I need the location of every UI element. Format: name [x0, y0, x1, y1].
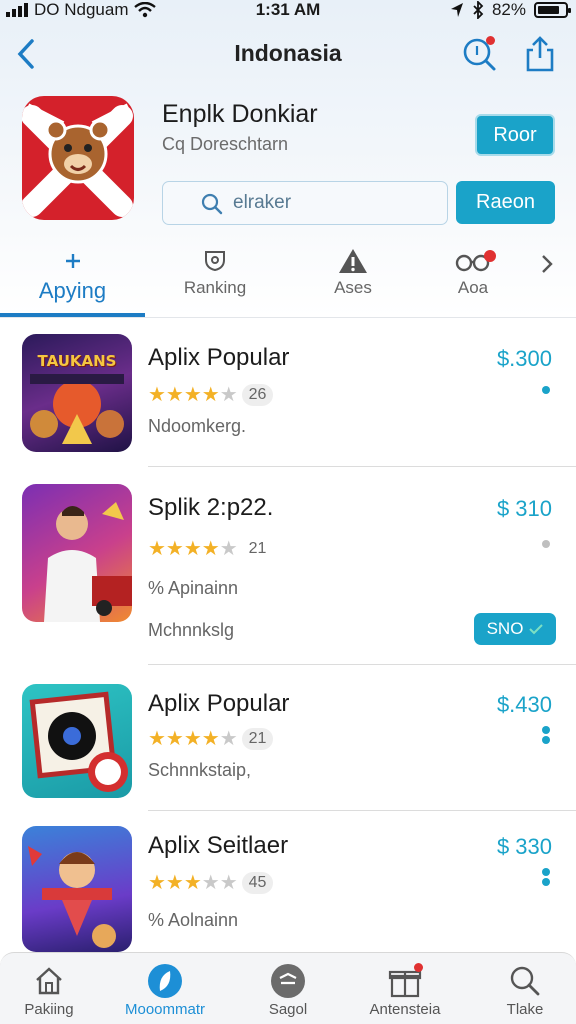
- list-item[interactable]: Splik 2:p22. $ 310 ★★★★ ★ 21 % Apinainn Mc…: [0, 484, 576, 650]
- bottom-tab-label: Sagol: [268, 1001, 308, 1018]
- search-button[interactable]: [460, 34, 500, 74]
- app-thumbnail: [22, 484, 132, 622]
- bottom-tab-label: Antensteia: [369, 1001, 441, 1018]
- bottom-tab-pakiing[interactable]: Pakiing: [0, 961, 104, 1018]
- warning-icon: [339, 249, 367, 273]
- bottom-tab-bar: Pakiing Mooommatr Sagol Antensteia Tlake: [0, 952, 576, 1024]
- tab-ranking[interactable]: Ranking: [160, 244, 270, 318]
- tab-aoa[interactable]: Aoa: [418, 244, 528, 318]
- person-art-icon: [44, 502, 132, 622]
- check-icon: [529, 624, 544, 635]
- search-icon: [201, 193, 223, 215]
- bottom-tab-discover[interactable]: Mooommatr: [110, 961, 220, 1018]
- status-dot: [542, 386, 550, 394]
- rating-count: 21: [248, 539, 267, 557]
- share-button[interactable]: [520, 34, 560, 74]
- app-subtitle: Ndoomkerg.: [148, 416, 247, 436]
- notification-dot: [414, 963, 423, 972]
- search-input[interactable]: elraker: [162, 181, 448, 225]
- active-tab-indicator: [0, 313, 145, 317]
- app-title: Aplix Popular: [148, 690, 290, 717]
- tab-ases[interactable]: Ases: [298, 244, 408, 318]
- search-submit-button[interactable]: Raeon: [456, 181, 555, 224]
- navigation-bar: Indonasia: [0, 28, 576, 80]
- rating-count: 26: [241, 383, 274, 406]
- app-title: Splik 2:p22.: [148, 494, 274, 521]
- list-item[interactable]: Aplix Popular $.430 ★★★★ ★ 21 Schnnkstaip,: [0, 684, 576, 810]
- app-subtitle: % Aolnainn: [148, 910, 239, 930]
- tab-label: Apying: [38, 278, 107, 303]
- app-description: Mchnnkslg: [148, 620, 235, 640]
- divider: [148, 810, 576, 811]
- rating-count: 45: [241, 871, 274, 894]
- status-dot: [542, 878, 550, 886]
- tab-label: Aoa: [457, 278, 489, 297]
- app-name: Enplk Donkiar: [162, 100, 318, 128]
- developer-name[interactable]: Cq Doreschtarn: [162, 134, 288, 155]
- price-label[interactable]: $ 310: [497, 496, 552, 522]
- installed-button[interactable]: SNO: [474, 613, 556, 645]
- rating-stars: ★★★ ★★ 45: [148, 870, 274, 895]
- divider: [148, 466, 576, 467]
- app-subtitle: % Apinainn: [148, 578, 239, 598]
- rating-stars: ★★★★ ★ 26: [148, 382, 274, 407]
- search-placeholder: elraker: [233, 192, 292, 213]
- tab-apying[interactable]: Apying: [0, 244, 145, 318]
- discover-icon: [148, 964, 182, 998]
- installed-label: SNO: [486, 619, 524, 638]
- app-thumbnail: [22, 826, 132, 952]
- rating-count: 21: [241, 727, 274, 750]
- bluetooth-icon: [473, 1, 484, 19]
- app-subtitle: Schnnkstaip,: [148, 760, 252, 780]
- status-right: 82%: [450, 0, 571, 20]
- tabs-more-button[interactable]: [536, 250, 558, 278]
- divider: [148, 664, 576, 665]
- price-label[interactable]: $.300: [497, 346, 552, 372]
- bottom-tab-antensteia[interactable]: Antensteia: [350, 961, 460, 1018]
- app-thumbnail: [22, 684, 132, 798]
- character-art-icon: [28, 846, 116, 948]
- price-label[interactable]: $ 330: [497, 834, 552, 860]
- status-dot: [542, 540, 550, 548]
- bottom-tab-sagol[interactable]: Sagol: [233, 961, 343, 1018]
- app-title: Aplix Seitlaer: [148, 832, 289, 859]
- battery-icon: [534, 2, 571, 18]
- battery-percent: 82%: [491, 0, 526, 19]
- location-icon: [450, 3, 463, 17]
- home-icon: [36, 967, 62, 995]
- status-dot: [542, 868, 550, 876]
- vinyl-art-icon: [29, 691, 128, 792]
- app-icon[interactable]: [22, 96, 134, 220]
- thumbnail-title: TAUKANS: [37, 352, 117, 370]
- bottom-tab-tlake[interactable]: Tlake: [470, 961, 576, 1018]
- mascot-icon: [22, 103, 133, 217]
- list-item[interactable]: TAUKANS Aplix Popular $.300 ★★★★ ★ 26 Ndoo…: [0, 334, 576, 468]
- share-icon: [526, 36, 554, 72]
- bottom-tab-label: Pakiing: [24, 1001, 74, 1018]
- notification-dot: [486, 36, 495, 45]
- tab-label: Ranking: [183, 278, 247, 297]
- app-title: Aplix Popular: [148, 344, 290, 371]
- status-dot: [542, 736, 550, 744]
- get-button[interactable]: Roor: [475, 114, 555, 156]
- chevron-right-icon: [542, 255, 553, 273]
- category-tabs: Apying Ranking Ases Aoa: [0, 244, 576, 318]
- search-icon: [510, 966, 540, 996]
- bottom-tab-label: Mooommatr: [124, 1001, 206, 1018]
- rating-stars: ★★★★ ★ 21: [148, 726, 274, 751]
- games-icon: [271, 964, 305, 998]
- status-bar: DO Ndguam 1:31 AM 82%: [0, 0, 576, 22]
- tab-label: Ases: [334, 278, 372, 297]
- plus-icon: [65, 254, 80, 268]
- status-dot: [542, 726, 550, 734]
- ranking-icon: [205, 251, 225, 272]
- list-item[interactable]: Aplix Seitlaer $ 330 ★★★ ★★ 45 % Aolnainn: [0, 826, 576, 952]
- app-screen: DO Ndguam 1:31 AM 82% Indonasia Enplk Do…: [0, 0, 576, 1024]
- notification-dot: [484, 250, 496, 262]
- rating-stars: ★★★★ ★ 21: [148, 536, 273, 561]
- price-label[interactable]: $.430: [497, 692, 552, 718]
- bottom-tab-label: Tlake: [506, 1001, 544, 1018]
- app-thumbnail: TAUKANS: [22, 334, 132, 452]
